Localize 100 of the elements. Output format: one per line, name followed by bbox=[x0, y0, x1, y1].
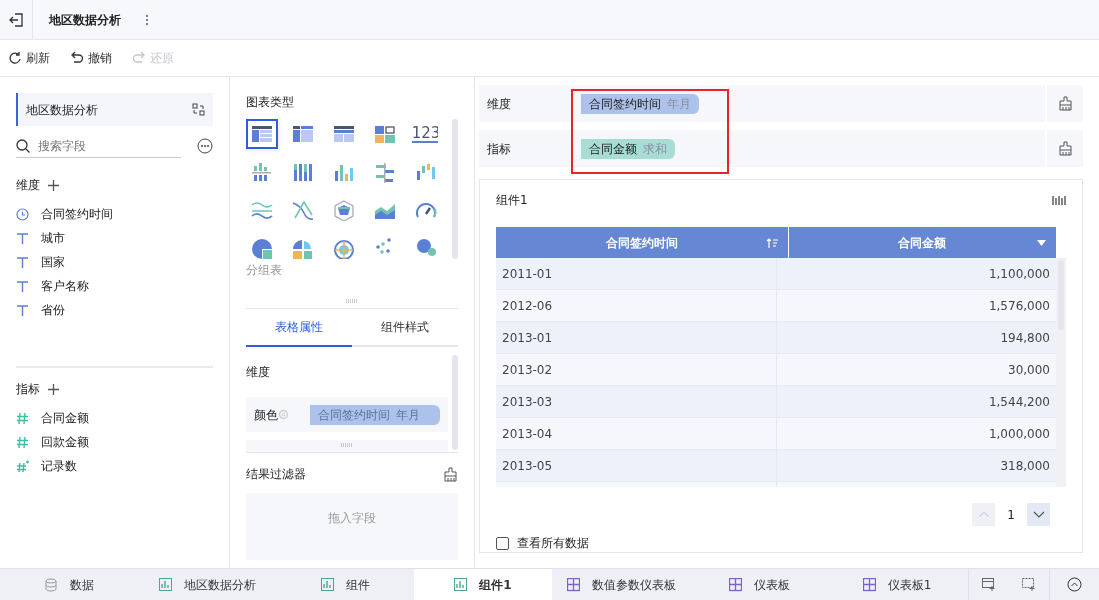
hash-icon bbox=[16, 435, 29, 449]
scrollbar[interactable] bbox=[452, 355, 458, 450]
table-cell-text: 194,800 bbox=[1000, 329, 1050, 347]
table-cell-text: 1,576,000 bbox=[988, 297, 1050, 315]
drag-handle-icon[interactable] bbox=[346, 298, 358, 303]
dashboard-icon bbox=[862, 577, 876, 592]
text-type-icon bbox=[16, 255, 29, 269]
chart-type-icon bbox=[250, 161, 274, 183]
table-cell-text: 1,544,200 bbox=[988, 393, 1050, 411]
chart-type-icon bbox=[332, 199, 356, 221]
chart-type-icon bbox=[291, 123, 315, 145]
sheet-tab[interactable]: 组件 bbox=[276, 569, 414, 600]
field-item[interactable]: 合同金额 bbox=[16, 406, 213, 430]
chart-type-icon bbox=[414, 237, 438, 259]
brush-icon[interactable] bbox=[443, 466, 458, 482]
chart-type-option[interactable] bbox=[246, 119, 278, 149]
column-header[interactable]: 合同金额 bbox=[788, 227, 1056, 258]
caret-icon[interactable] bbox=[1037, 239, 1046, 246]
scrollbar[interactable] bbox=[452, 119, 458, 259]
brush-icon[interactable] bbox=[1057, 141, 1073, 156]
dashboard-icon bbox=[728, 577, 742, 592]
dataset-selector[interactable]: 地区数据分析 bbox=[16, 93, 213, 126]
undo-button[interactable]: 撤销 bbox=[70, 49, 112, 67]
panel-heading: 图表类型 bbox=[246, 94, 295, 111]
dashboard-title: 地区数据分析 bbox=[49, 11, 121, 29]
table-cell-text: 2013-04 bbox=[502, 425, 553, 443]
sheet-tab[interactable]: 数据 bbox=[0, 569, 138, 600]
field-item[interactable]: 城市 bbox=[16, 226, 213, 250]
chart-type-icon bbox=[250, 237, 274, 259]
drag-handle-icon[interactable] bbox=[341, 442, 353, 447]
dashboard-icon bbox=[566, 577, 580, 592]
column-chart-icon[interactable] bbox=[1052, 194, 1066, 205]
table-cell-text: 2013-05 bbox=[502, 457, 553, 475]
chart-type-icon bbox=[373, 123, 397, 145]
refresh-button[interactable]: 刷新 bbox=[8, 49, 50, 67]
sheet-tab[interactable]: 地区数据分析 bbox=[138, 569, 276, 600]
more-menu-icon[interactable] bbox=[145, 13, 149, 26]
sheet-tab[interactable]: 数值参数仪表板 bbox=[552, 569, 690, 600]
field-item[interactable]: 回款金额 bbox=[16, 430, 213, 454]
table-cell-text: 2011-01 bbox=[502, 265, 553, 283]
chart-type-icon bbox=[291, 161, 315, 183]
shelf-label: 指标 bbox=[487, 140, 511, 158]
table-cell-text: 1,100,000 bbox=[988, 265, 1050, 283]
field-label: 颜色 bbox=[254, 406, 278, 424]
property-tab[interactable]: 组件样式 bbox=[352, 309, 458, 347]
brush-icon[interactable] bbox=[1057, 96, 1073, 111]
table-cell-text: 2013-02 bbox=[502, 361, 553, 379]
sheet-tab[interactable]: 仪表板1 bbox=[828, 569, 966, 600]
table-cell-text: 1,000,000 bbox=[988, 425, 1050, 443]
text-type-icon bbox=[16, 303, 29, 317]
section-heading: 维度 bbox=[16, 177, 40, 194]
switch-icon[interactable] bbox=[192, 103, 205, 116]
bar-chart-icon bbox=[320, 577, 334, 592]
add-icon[interactable] bbox=[48, 179, 59, 191]
text-type-icon bbox=[16, 231, 29, 245]
more-options-icon[interactable] bbox=[197, 138, 213, 154]
collapse-icon bbox=[1067, 577, 1082, 592]
add-icon[interactable] bbox=[48, 383, 59, 395]
property-tab[interactable]: 表格属性 bbox=[246, 309, 352, 347]
section-heading: 结果过滤器 bbox=[246, 466, 306, 483]
search-field[interactable]: 搜索字段 bbox=[38, 136, 168, 155]
database-icon bbox=[44, 577, 58, 592]
chart-type-icon bbox=[373, 161, 397, 183]
field-item[interactable]: 客户名称 bbox=[16, 274, 213, 298]
field-pill[interactable]: 合同金额 求和 bbox=[581, 138, 675, 159]
table-cell-text: 318,000 bbox=[1000, 457, 1050, 475]
field-item[interactable]: 国家 bbox=[16, 250, 213, 274]
sheet-tab[interactable]: 组件1 bbox=[414, 569, 552, 600]
shelf-label: 维度 bbox=[487, 95, 511, 113]
bar-chart-icon bbox=[454, 577, 468, 592]
field-item[interactable]: 合同签约时间 bbox=[16, 202, 213, 226]
text-type-icon bbox=[16, 279, 29, 293]
add-dashboard-icon bbox=[1022, 578, 1036, 591]
widget-title: 组件1 bbox=[496, 191, 528, 209]
checkbox[interactable] bbox=[496, 536, 509, 550]
hash-icon bbox=[16, 411, 29, 425]
table-cell-text: 2013-01 bbox=[502, 329, 553, 347]
checkbox-label: 查看所有数据 bbox=[517, 535, 589, 552]
sort-icon[interactable] bbox=[765, 237, 778, 248]
table-cell-text: 30,000 bbox=[1008, 361, 1050, 379]
chart-type-label: 分组表 bbox=[246, 263, 282, 277]
exit-icon[interactable] bbox=[9, 12, 23, 27]
chart-type-icon bbox=[250, 199, 274, 221]
clock-icon bbox=[16, 207, 29, 221]
dataset-name: 地区数据分析 bbox=[26, 101, 98, 119]
table-cell-text: 2012-06 bbox=[502, 297, 553, 315]
sheet-tab[interactable]: 仪表板 bbox=[690, 569, 828, 600]
redo-icon bbox=[132, 51, 146, 65]
field-item[interactable]: 省份 bbox=[16, 298, 213, 322]
bar-chart-icon bbox=[158, 577, 172, 592]
field-pill[interactable]: 合同签约时间 年月 bbox=[581, 93, 699, 114]
chart-type-icon bbox=[250, 123, 274, 145]
field-item[interactable]: 记录数 bbox=[16, 454, 213, 478]
hash-icon bbox=[16, 459, 29, 473]
chart-type-icon bbox=[291, 237, 315, 259]
chart-type-icon bbox=[332, 123, 356, 145]
section-heading: 指标 bbox=[16, 381, 40, 398]
section-heading: 维度 bbox=[246, 364, 271, 381]
undo-icon bbox=[70, 51, 84, 65]
page-number: 1 bbox=[1006, 506, 1016, 524]
